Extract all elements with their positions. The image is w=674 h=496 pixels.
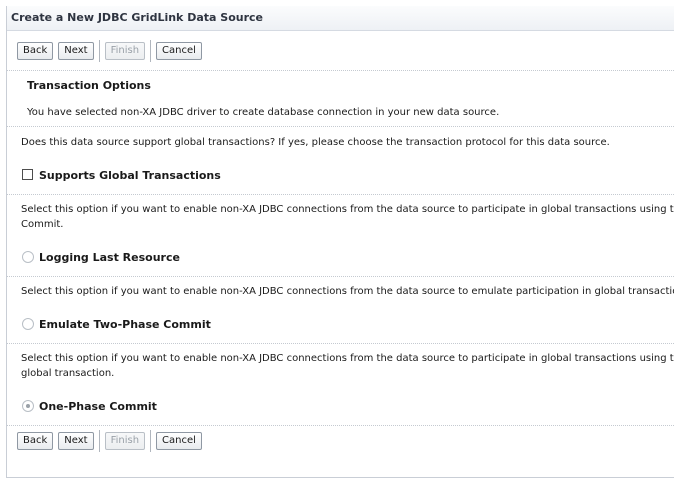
page-title: Create a New JDBC GridLink Data Source <box>11 11 263 24</box>
section-heading: Transaction Options <box>27 79 151 92</box>
one-phase-description-continued: global transaction. <box>21 368 115 379</box>
button-separator <box>150 40 152 62</box>
button-separator <box>98 430 100 452</box>
cancel-button[interactable]: Cancel <box>156 432 202 450</box>
emulate-two-phase-commit-radio[interactable] <box>22 318 34 330</box>
logging-last-resource-label[interactable]: Logging Last Resource <box>39 251 180 264</box>
back-button[interactable]: Back <box>17 42 54 60</box>
one-phase-commit-label[interactable]: One-Phase Commit <box>39 400 157 413</box>
divider <box>7 70 674 71</box>
llr-description: Select this option if you want to enable… <box>21 204 674 215</box>
cancel-button[interactable]: Cancel <box>156 42 202 60</box>
divider <box>7 343 674 344</box>
finish-button[interactable]: Finish <box>104 432 146 450</box>
button-separator <box>150 430 152 452</box>
emulate-two-phase-commit-label[interactable]: Emulate Two-Phase Commit <box>39 318 211 331</box>
supports-global-transactions-checkbox[interactable] <box>22 169 33 180</box>
bottom-button-bar: Back Next Finish Cancel <box>17 430 207 452</box>
divider <box>7 276 674 277</box>
top-button-bar: Back Next Finish Cancel <box>17 40 207 62</box>
logging-last-resource-radio[interactable] <box>22 251 34 263</box>
back-button[interactable]: Back <box>17 432 54 450</box>
title-bar: Create a New JDBC GridLink Data Source <box>7 6 674 31</box>
question-text: Does this data source support global tra… <box>21 137 610 148</box>
divider <box>7 425 674 426</box>
button-separator <box>98 40 100 62</box>
divider <box>7 194 674 195</box>
one-phase-description: Select this option if you want to enable… <box>21 353 674 364</box>
supports-global-transactions-label[interactable]: Supports Global Transactions <box>39 169 221 182</box>
divider <box>7 126 674 127</box>
finish-button[interactable]: Finish <box>104 42 146 60</box>
data-source-wizard-panel: Create a New JDBC GridLink Data Source B… <box>6 6 674 478</box>
next-button[interactable]: Next <box>58 42 94 60</box>
next-button[interactable]: Next <box>58 432 94 450</box>
emulate-description: Select this option if you want to enable… <box>21 286 674 297</box>
llr-description-continued: Commit. <box>21 219 64 230</box>
intro-text: You have selected non-XA JDBC driver to … <box>27 107 500 118</box>
one-phase-commit-radio[interactable] <box>22 400 34 412</box>
